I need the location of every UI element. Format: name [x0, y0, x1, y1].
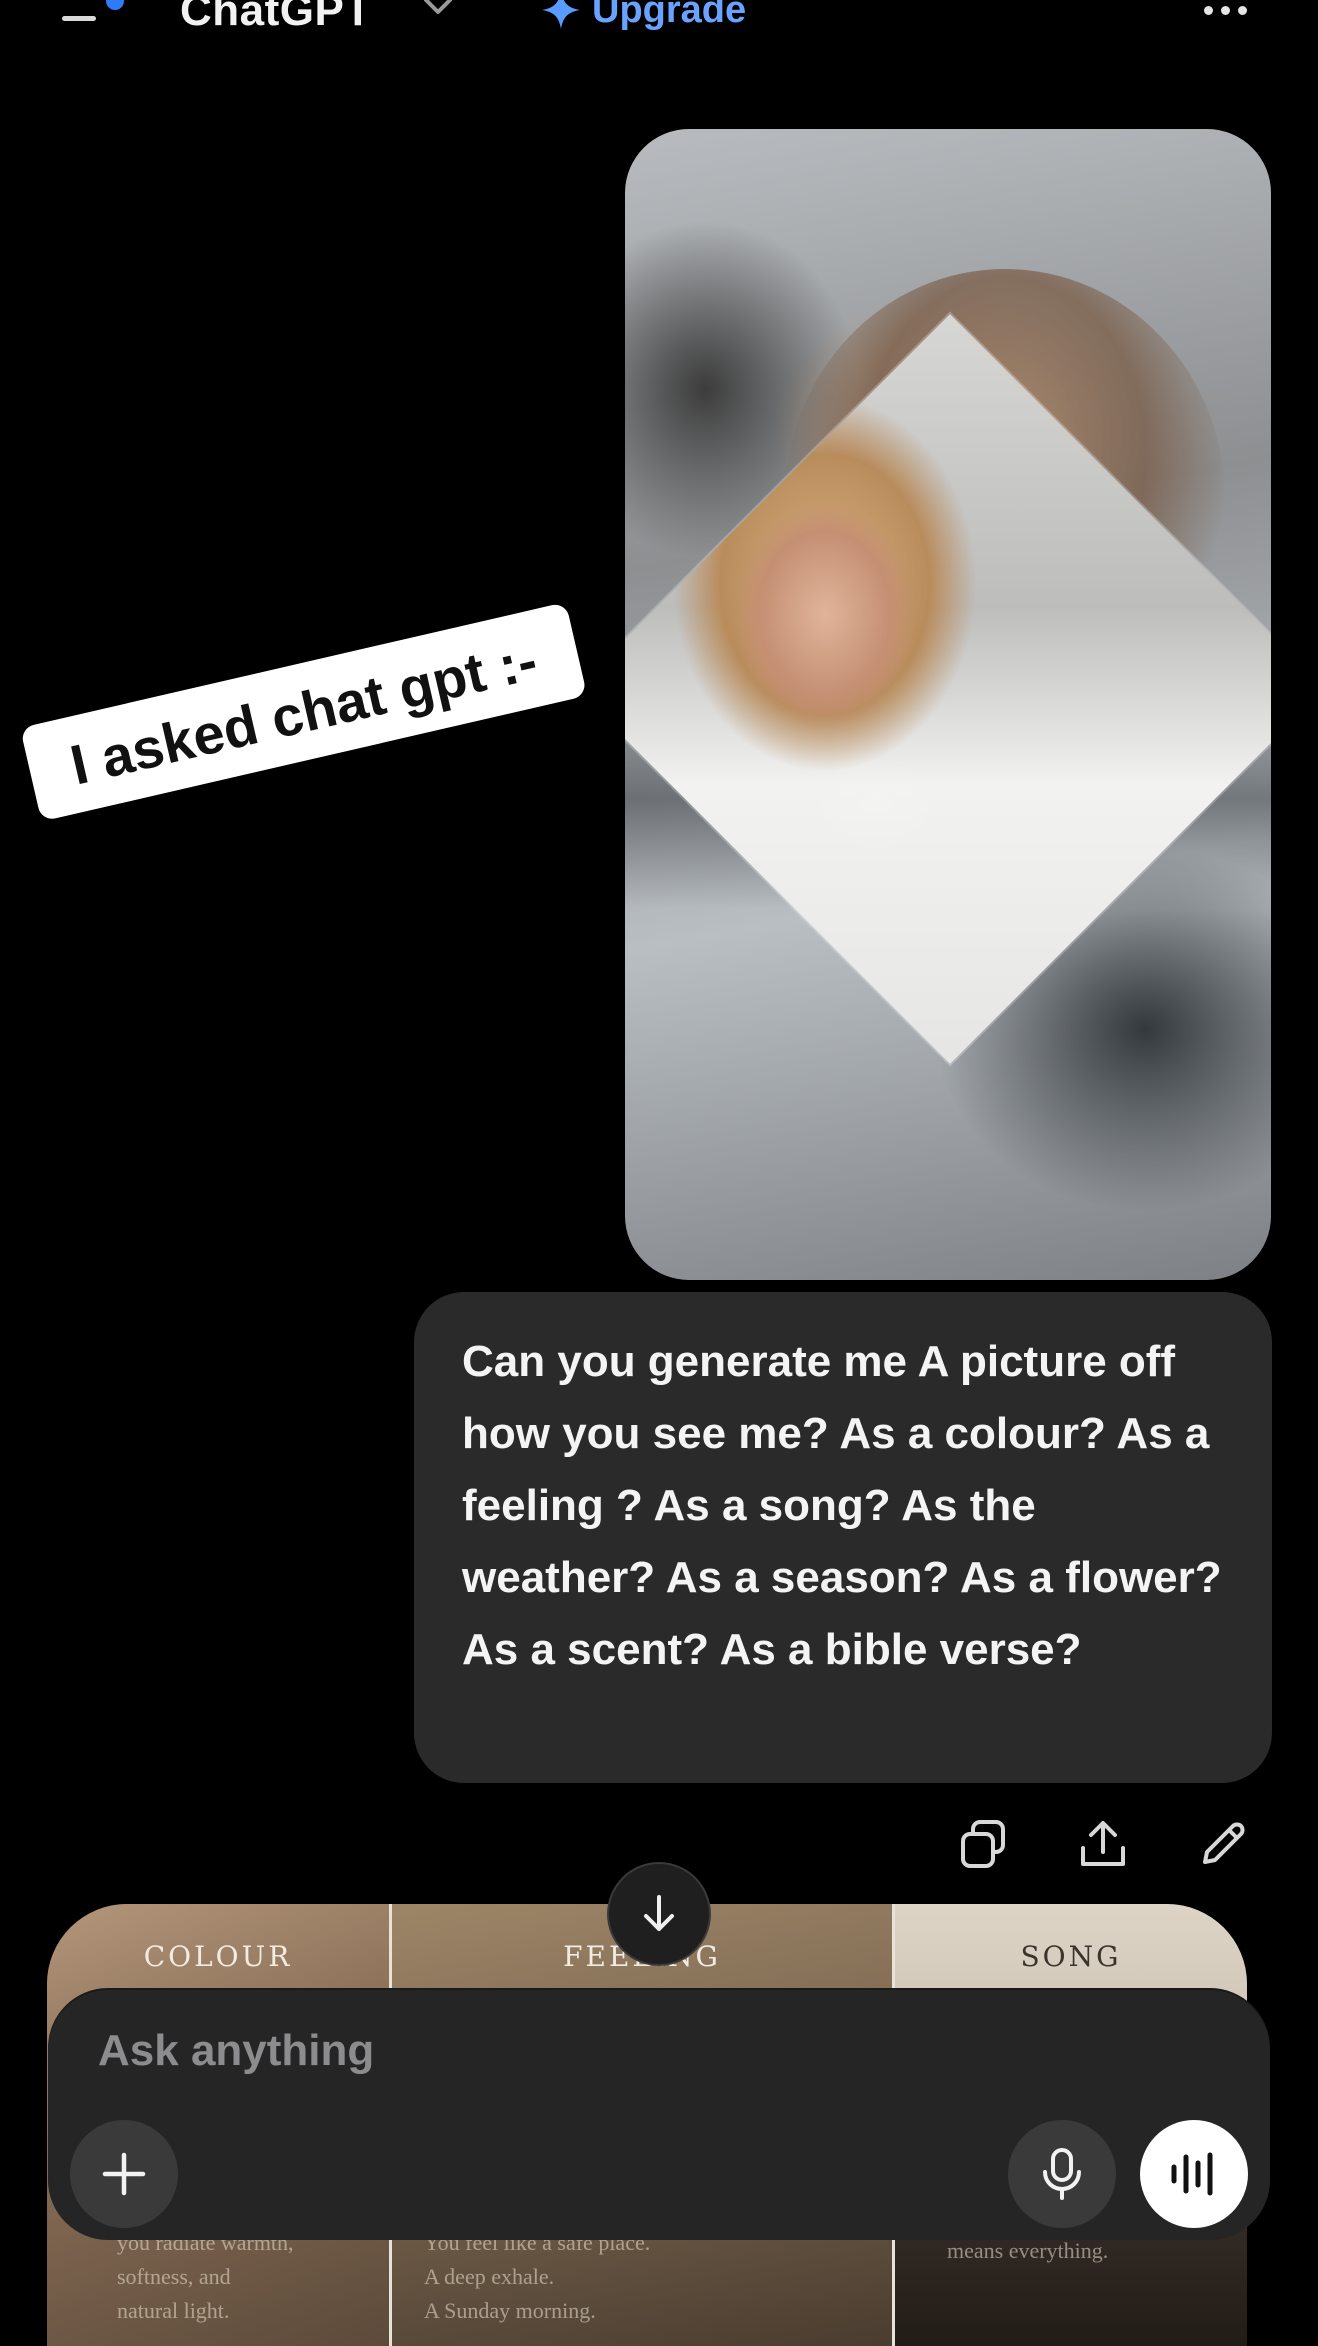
top-bar: ChatGPT Upgrade — [0, 0, 1318, 70]
more-dot — [1204, 6, 1213, 15]
plus-icon — [102, 2152, 146, 2196]
microphone-icon — [1043, 2148, 1081, 2200]
edit-icon[interactable] — [1197, 1818, 1249, 1870]
app-title[interactable]: ChatGPT — [180, 0, 372, 36]
composer — [48, 1990, 1270, 2240]
user-message-text: Can you generate me A picture off how yo… — [462, 1337, 1222, 1674]
upgrade-button[interactable]: Upgrade — [540, 0, 746, 34]
notification-dot — [106, 0, 124, 10]
voice-mode-icon — [1171, 2152, 1213, 2196]
add-attachment-button[interactable] — [70, 2120, 178, 2228]
sparkle-icon — [542, 0, 580, 29]
scroll-down-button[interactable] — [609, 1864, 709, 1964]
menu-icon[interactable] — [58, 0, 124, 30]
menu-bar — [62, 16, 96, 21]
message-input[interactable] — [96, 2018, 1000, 2084]
more-icon[interactable] — [1200, 0, 1254, 22]
share-icon[interactable] — [1077, 1818, 1129, 1870]
panel-text: You feel like a safe place. A deep exhal… — [424, 2230, 651, 2323]
upgrade-label: Upgrade — [592, 0, 747, 31]
arrow-down-icon — [644, 1895, 674, 1931]
panel-label: SONG — [1020, 1940, 1122, 1973]
more-dot — [1221, 6, 1230, 15]
voice-mode-button[interactable] — [1140, 2120, 1248, 2228]
uploaded-photo[interactable] — [625, 129, 1271, 1280]
chevron-down-icon[interactable] — [420, 0, 456, 24]
copy-icon[interactable] — [957, 1818, 1009, 1870]
sticker-caption: I asked chat gpt :- — [20, 602, 588, 822]
dictate-button[interactable] — [1008, 2120, 1116, 2228]
panel-text: you radiate warmth, softness, and natura… — [117, 2230, 294, 2323]
panel-label: COLOUR — [143, 1940, 293, 1973]
more-dot — [1238, 6, 1247, 15]
user-message-bubble: Can you generate me A picture off how yo… — [414, 1292, 1272, 1783]
